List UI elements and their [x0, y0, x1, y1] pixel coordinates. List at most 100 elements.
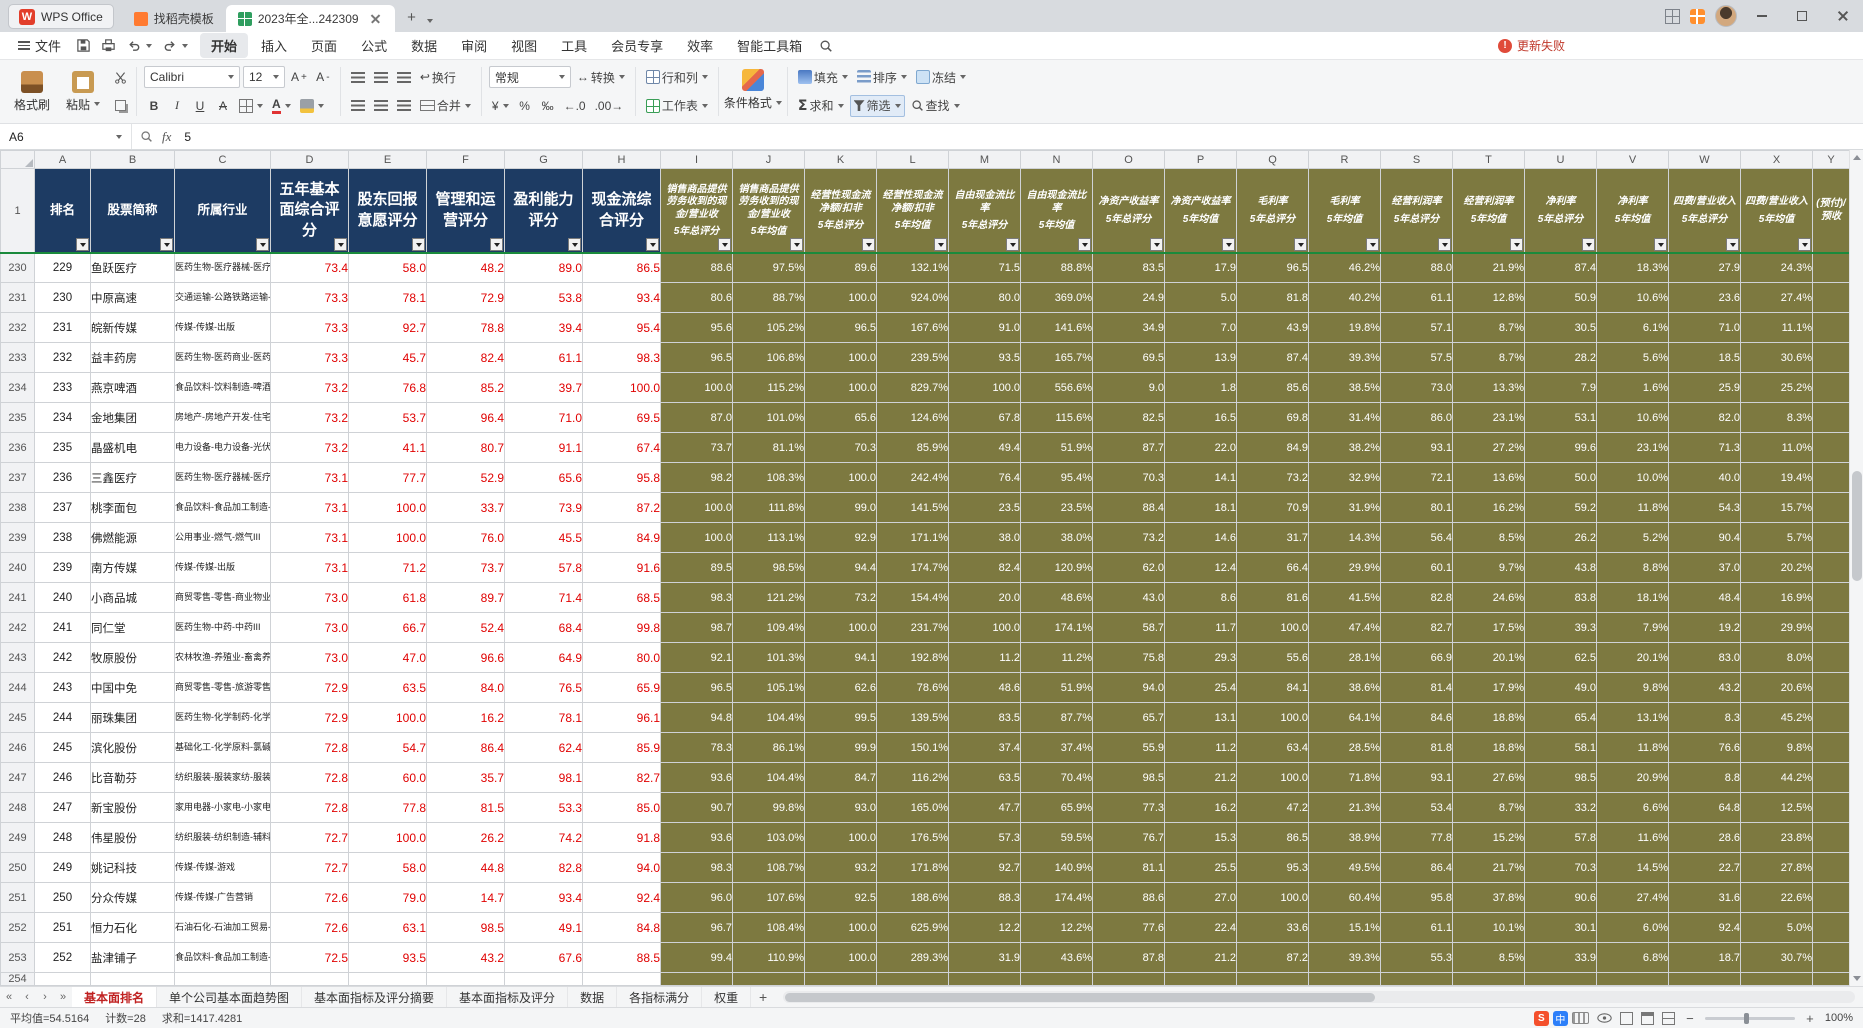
cell-metric[interactable]: 22.7: [1668, 852, 1741, 883]
cut-button[interactable]: [110, 67, 130, 89]
cell-metric[interactable]: 48.6: [948, 672, 1021, 703]
zoom-slider-thumb[interactable]: [1744, 1012, 1750, 1024]
cell-score[interactable]: 73.7: [426, 552, 505, 583]
cell-metric[interactable]: 98.2: [660, 462, 733, 493]
currency-button[interactable]: ¥: [489, 95, 512, 117]
cell-score[interactable]: 73.0: [270, 612, 349, 643]
cell-metric[interactable]: 54.3: [1668, 492, 1741, 523]
cell-metric[interactable]: 43.8: [1524, 552, 1597, 583]
cell-metric[interactable]: 45.2%: [1740, 702, 1813, 733]
cell-metric[interactable]: 33.2: [1524, 792, 1597, 823]
cell-metric[interactable]: 77.3: [1092, 792, 1165, 823]
cell-metric[interactable]: 51.9%: [1020, 672, 1093, 703]
redo-button[interactable]: [157, 35, 193, 57]
cell-rank[interactable]: [34, 972, 91, 986]
row-number[interactable]: 231: [0, 282, 35, 313]
cell-score[interactable]: 76.0: [426, 522, 505, 553]
cell-metric[interactable]: 65.9%: [1020, 792, 1093, 823]
cell-metric[interactable]: 11.1%: [1740, 312, 1813, 343]
wps-home-tab[interactable]: W WPS Office: [8, 4, 114, 29]
cell-metric[interactable]: 73.7: [660, 432, 733, 463]
cell-metric[interactable]: 12.4: [1164, 552, 1237, 583]
cell-score[interactable]: 93.4: [582, 282, 661, 313]
cell-partial[interactable]: [1812, 372, 1850, 403]
column-letter-R[interactable]: R: [1308, 150, 1381, 169]
cell-metric[interactable]: 15.3: [1164, 822, 1237, 853]
cell-metric[interactable]: 30.7%: [1740, 942, 1813, 973]
sheet-tab-数据[interactable]: 数据: [568, 987, 618, 1007]
cell-metric[interactable]: 21.2: [1164, 942, 1237, 973]
filter-dropdown-icon[interactable]: [256, 238, 269, 251]
cell-metric[interactable]: 24.3%: [1740, 252, 1813, 283]
cell-metric[interactable]: 48.4: [1668, 582, 1741, 613]
cell-metric[interactable]: 72.1: [1380, 462, 1453, 493]
minimize-button[interactable]: [1747, 0, 1777, 32]
cell-stock-name[interactable]: 鱼跃医疗: [90, 252, 175, 283]
cell-metric[interactable]: 20.6%: [1740, 672, 1813, 703]
cell-partial[interactable]: [1812, 462, 1850, 493]
cell-partial[interactable]: [1812, 582, 1850, 613]
cell-metric[interactable]: 82.8: [1380, 582, 1453, 613]
filter-dropdown-icon[interactable]: [160, 238, 173, 251]
cell-metric[interactable]: 1.6%: [1596, 372, 1669, 403]
cell-metric[interactable]: 100.0: [804, 372, 877, 403]
cell-metric[interactable]: 11.8%: [1596, 492, 1669, 523]
row-number[interactable]: 236: [0, 432, 35, 463]
cell-score[interactable]: 73.0: [270, 642, 349, 673]
cell-metric[interactable]: 93.0: [804, 792, 877, 823]
menu-item-页面[interactable]: 页面: [300, 33, 348, 58]
cell-metric[interactable]: 8.5%: [1452, 942, 1525, 973]
cell-metric[interactable]: 100.0: [804, 612, 877, 643]
cell-score[interactable]: 44.8: [426, 852, 505, 883]
vertical-scrollbar[interactable]: [1849, 150, 1863, 986]
cell-industry[interactable]: 电力设备-电力设备-光伏设备: [174, 432, 271, 463]
cell-score[interactable]: 63.5: [348, 672, 427, 703]
cell-stock-name[interactable]: 南方传媒: [90, 552, 175, 583]
cell-score[interactable]: 92.7: [348, 312, 427, 343]
column-letter-L[interactable]: L: [876, 150, 949, 169]
row-number[interactable]: 250: [0, 852, 35, 883]
cell-rank[interactable]: 242: [34, 642, 91, 673]
cell-stock-name[interactable]: 盐津铺子: [90, 942, 175, 973]
cell-metric[interactable]: 19.2: [1668, 612, 1741, 643]
cell-metric[interactable]: 76.7: [1092, 822, 1165, 853]
cell-industry[interactable]: 交通运输-公路铁路运输-高速公路: [174, 282, 271, 313]
cell-score[interactable]: 60.0: [348, 762, 427, 793]
cell-partial[interactable]: [1812, 672, 1850, 703]
row-number[interactable]: 232: [0, 312, 35, 343]
cell-metric[interactable]: 59.2: [1524, 492, 1597, 523]
header-cell-G[interactable]: 盈利能力评分: [504, 168, 583, 253]
cell-metric[interactable]: 99.5: [804, 702, 877, 733]
cell-score[interactable]: 94.0: [582, 852, 661, 883]
cell-metric[interactable]: 82.7: [1380, 612, 1453, 643]
cell-metric[interactable]: 100.0: [948, 372, 1021, 403]
cell-metric[interactable]: 93.2: [804, 852, 877, 883]
sheet-tab-基本面指标及评分摘要[interactable]: 基本面指标及评分摘要: [302, 987, 448, 1007]
cell-metric[interactable]: 107.6%: [732, 882, 805, 913]
cell-score[interactable]: 86.5: [582, 252, 661, 283]
cell-partial[interactable]: [1812, 882, 1850, 913]
cell-metric[interactable]: 53.1: [1524, 402, 1597, 433]
column-letter-O[interactable]: O: [1092, 150, 1165, 169]
cell-metric[interactable]: 82.5: [1092, 402, 1165, 433]
cell-industry[interactable]: 房地产-房地产开发-住宅开发: [174, 402, 271, 433]
cell-metric[interactable]: 27.9: [1668, 252, 1741, 283]
cell-score[interactable]: 47.0: [348, 642, 427, 673]
cell-metric[interactable]: 76.4: [948, 462, 1021, 493]
cell-metric[interactable]: 82.0: [1668, 402, 1741, 433]
filter-dropdown-icon[interactable]: [1006, 238, 1019, 251]
header-cell-V[interactable]: 净利率 5年均值: [1596, 168, 1669, 253]
cell-metric[interactable]: 11.2%: [1020, 642, 1093, 673]
cell-score[interactable]: 52.9: [426, 462, 505, 493]
maximize-button[interactable]: [1787, 0, 1817, 32]
cell-score[interactable]: 73.1: [270, 552, 349, 583]
cell-score[interactable]: 98.1: [504, 762, 583, 793]
row-number[interactable]: 233: [0, 342, 35, 373]
cell-metric[interactable]: 5.0%: [1740, 912, 1813, 943]
cell-partial[interactable]: [1812, 252, 1850, 283]
cell-metric[interactable]: 28.5%: [1308, 732, 1381, 763]
cell-score[interactable]: 92.4: [582, 882, 661, 913]
cell-metric[interactable]: 165.7%: [1020, 342, 1093, 373]
decrease-font-size-button[interactable]: A-: [313, 66, 333, 88]
cell-metric[interactable]: 87.7: [1092, 432, 1165, 463]
